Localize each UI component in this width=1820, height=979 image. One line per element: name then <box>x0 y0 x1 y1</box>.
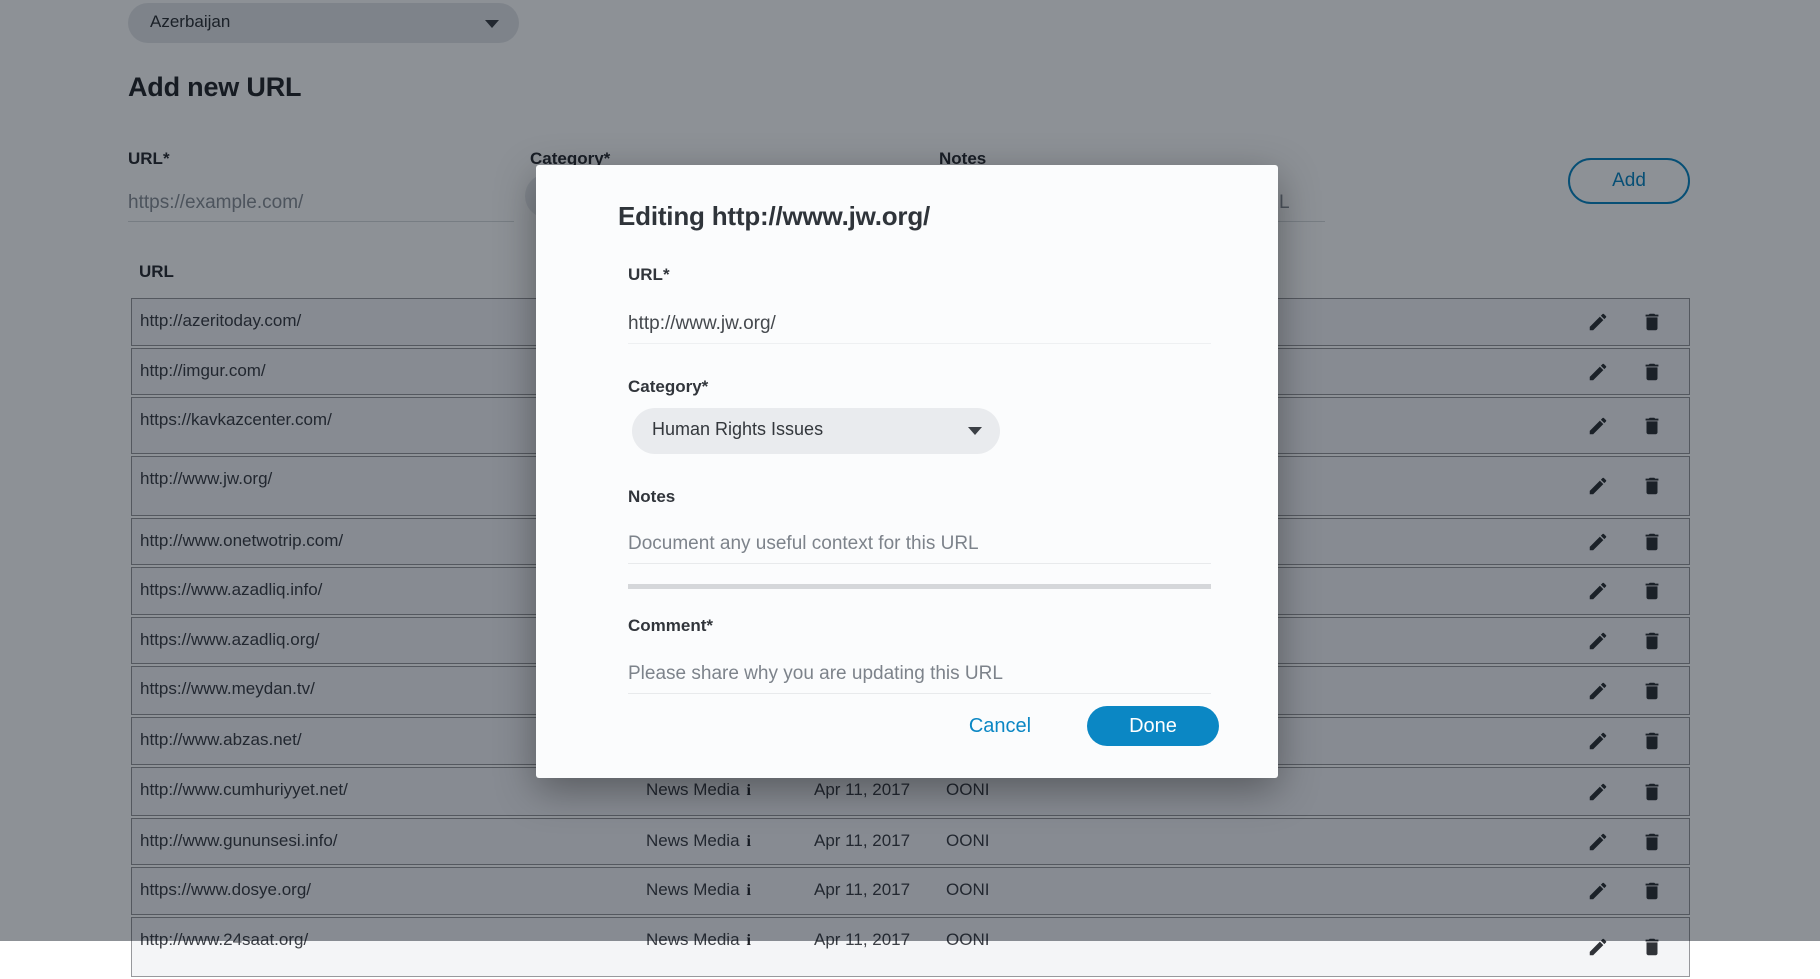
modal-comment-label: Comment* <box>628 616 713 636</box>
modal-notes-label: Notes <box>628 487 675 507</box>
modal-notes-input[interactable] <box>628 525 1211 564</box>
done-button[interactable]: Done <box>1087 706 1219 746</box>
cancel-button[interactable]: Cancel <box>940 706 1060 746</box>
modal-divider <box>628 584 1211 589</box>
modal-url-label: URL* <box>628 265 670 285</box>
edit-url-modal: Editing http://www.jw.org/ URL* Category… <box>536 165 1278 778</box>
modal-category-label: Category* <box>628 377 708 397</box>
modal-url-input[interactable] <box>628 305 1211 344</box>
modal-category-value: Human Rights Issues <box>652 419 823 440</box>
modal-category-select[interactable]: Human Rights Issues <box>632 408 1000 454</box>
modal-comment-input[interactable] <box>628 655 1211 694</box>
app-viewport: Azerbaijan Add new URL URL* Category* No… <box>0 0 1820 941</box>
chevron-down-icon <box>968 427 982 435</box>
modal-title: Editing http://www.jw.org/ <box>618 201 930 232</box>
